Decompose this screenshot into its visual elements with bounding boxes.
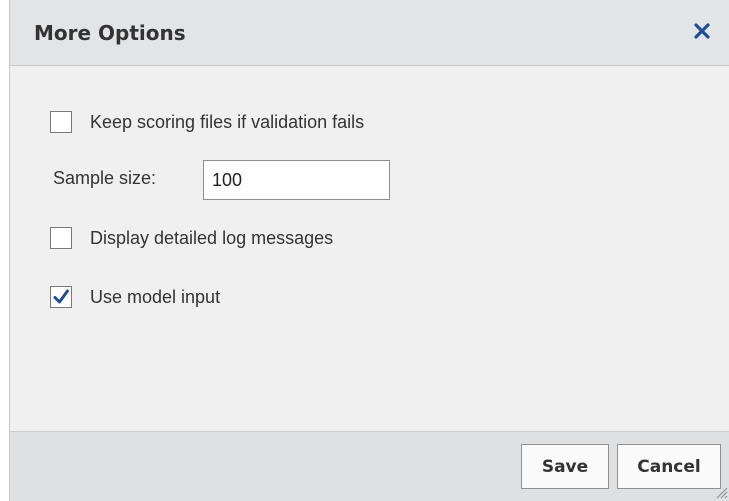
save-button[interactable]: Save	[521, 444, 609, 489]
cancel-button[interactable]: Cancel	[617, 444, 721, 489]
keep-scoring-label: Keep scoring files if validation fails	[90, 111, 365, 132]
close-button[interactable]	[687, 16, 717, 46]
dialog-title: More Options	[34, 21, 186, 45]
sample-size-input[interactable]	[203, 160, 390, 200]
resize-grip-icon[interactable]	[714, 485, 728, 499]
model-input-checkbox[interactable]	[50, 286, 72, 308]
keep-scoring-option[interactable]: Keep scoring files if validation fails	[50, 111, 364, 133]
detailed-log-option[interactable]: Display detailed log messages	[50, 227, 333, 249]
more-options-dialog: More Options Keep scoring files if valid…	[9, 0, 729, 501]
detailed-log-label: Display detailed log messages	[90, 227, 334, 248]
model-input-label: Use model input	[90, 286, 221, 307]
close-icon	[694, 23, 710, 39]
model-input-option[interactable]: Use model input	[50, 286, 220, 308]
sample-size-label: Sample size:	[53, 168, 157, 188]
keep-scoring-checkbox[interactable]	[50, 111, 72, 133]
dialog-header: More Options	[10, 0, 729, 66]
detailed-log-checkbox[interactable]	[50, 227, 72, 249]
check-mark-icon	[53, 289, 69, 304]
dialog-footer: Save Cancel	[10, 431, 729, 501]
